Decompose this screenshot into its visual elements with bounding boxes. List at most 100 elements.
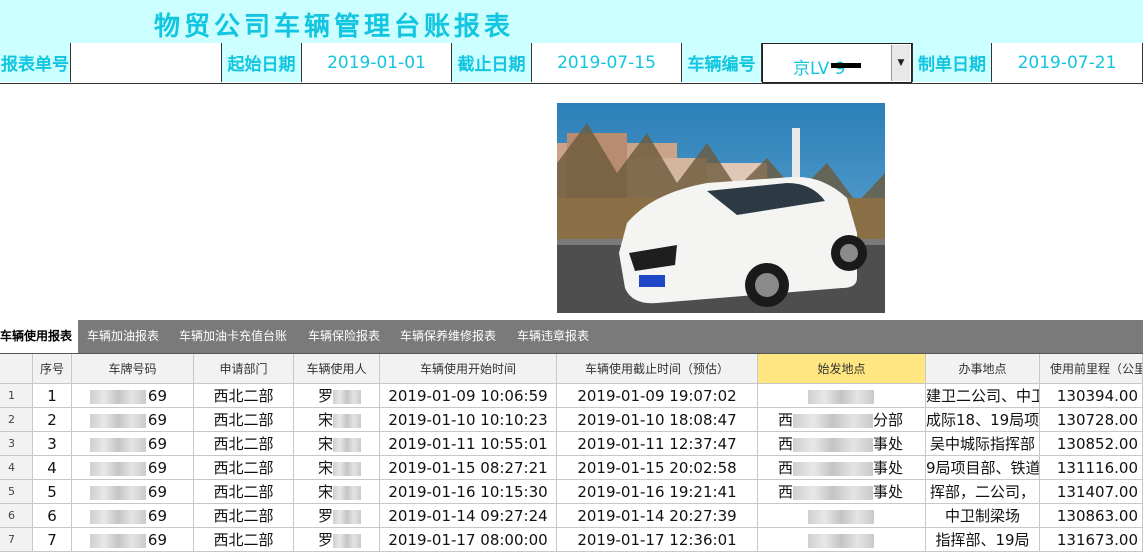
cell-destination[interactable]: 建卫二公司、中卫	[926, 384, 1040, 408]
cell-mileage[interactable]: 131116.00	[1040, 456, 1143, 480]
cell-user[interactable]: 罗	[294, 504, 380, 528]
cell-dept[interactable]: 西北二部	[194, 384, 294, 408]
tab-violation[interactable]: 车辆违章报表	[517, 320, 589, 353]
row-number[interactable]: 1	[0, 384, 33, 408]
cell-end-time[interactable]: 2019-01-17 12:36:01	[557, 528, 758, 552]
row-number[interactable]: 7	[0, 528, 33, 552]
row-number[interactable]: 5	[0, 480, 33, 504]
chevron-down-icon[interactable]: ▼	[891, 45, 910, 81]
cell-origin[interactable]	[758, 384, 926, 408]
cell-user[interactable]: 宋	[294, 408, 380, 432]
table-row[interactable]: 7 7 69 西北二部 罗 2019-01-17 08:00:00 2019-01-17 1…	[0, 528, 1143, 552]
tab-vehicle-usage[interactable]: 车辆使用报表	[0, 320, 79, 353]
vehicle-no-dropdown[interactable]: 京LV 9 ▼	[762, 43, 912, 83]
cell-dept[interactable]: 西北二部	[194, 528, 294, 552]
cell-destination[interactable]: 挥部，二公司，	[926, 480, 1040, 504]
cell-destination[interactable]: 指挥部、19局	[926, 528, 1040, 552]
cell-seq[interactable]: 4	[33, 456, 72, 480]
cell-end-time[interactable]: 2019-01-14 20:27:39	[557, 504, 758, 528]
cell-mileage[interactable]: 130394.00	[1040, 384, 1143, 408]
table-row[interactable]: 5 5 69 西北二部 宋 2019-01-16 10:15:30 2019-01-16 1…	[0, 480, 1143, 504]
col-user[interactable]: 车辆使用人	[294, 354, 380, 384]
col-end-time[interactable]: 车辆使用截止时间（预估）	[557, 354, 758, 384]
cell-origin[interactable]: 西 事处	[758, 456, 926, 480]
table-row[interactable]: 2 2 69 西北二部 宋 2019-01-10 10:10:23 2019-01-10 1…	[0, 408, 1143, 432]
col-start-time[interactable]: 车辆使用开始时间	[380, 354, 557, 384]
cell-seq[interactable]: 6	[33, 504, 72, 528]
cell-start-time[interactable]: 2019-01-11 10:55:01	[380, 432, 557, 456]
cell-origin[interactable]: 西 事处	[758, 480, 926, 504]
cell-user[interactable]: 宋	[294, 456, 380, 480]
cell-plate[interactable]: 69	[72, 528, 194, 552]
table-row[interactable]: 6 6 69 西北二部 罗 2019-01-14 09:27:24 2019-01-14 2…	[0, 504, 1143, 528]
cell-mileage[interactable]: 131407.00	[1040, 480, 1143, 504]
report-no-field[interactable]	[71, 43, 222, 82]
made-date-field[interactable]: 2019-07-21	[992, 43, 1143, 82]
row-number[interactable]: 3	[0, 432, 33, 456]
cell-plate[interactable]: 69	[72, 432, 194, 456]
tab-maintenance[interactable]: 车辆保养维修报表	[400, 320, 496, 353]
table-row[interactable]: 4 4 69 西北二部 宋 2019-01-15 08:27:21 2019-01-15 2…	[0, 456, 1143, 480]
row-number[interactable]: 6	[0, 504, 33, 528]
tab-fuel-card[interactable]: 车辆加油卡充值台账	[179, 320, 287, 353]
cell-seq[interactable]: 3	[33, 432, 72, 456]
cell-mileage[interactable]: 130863.00	[1040, 504, 1143, 528]
cell-dept[interactable]: 西北二部	[194, 480, 294, 504]
start-date-field[interactable]: 2019-01-01	[302, 43, 452, 82]
cell-plate[interactable]: 69	[72, 408, 194, 432]
cell-end-time[interactable]: 2019-01-10 18:08:47	[557, 408, 758, 432]
cell-user[interactable]: 宋	[294, 432, 380, 456]
cell-mileage[interactable]: 130728.00	[1040, 408, 1143, 432]
cell-origin[interactable]	[758, 504, 926, 528]
cell-user[interactable]: 宋	[294, 480, 380, 504]
cell-end-time[interactable]: 2019-01-11 12:37:47	[557, 432, 758, 456]
cell-seq[interactable]: 1	[33, 384, 72, 408]
cell-end-time[interactable]: 2019-01-09 19:07:02	[557, 384, 758, 408]
cell-start-time[interactable]: 2019-01-09 10:06:59	[380, 384, 557, 408]
cell-start-time[interactable]: 2019-01-14 09:27:24	[380, 504, 557, 528]
col-origin[interactable]: 始发地点	[758, 354, 926, 384]
cell-user[interactable]: 罗	[294, 528, 380, 552]
table-row[interactable]: 1 1 69 西北二部 罗 2019-01-09 10:06:59 2019-01-09 1…	[0, 384, 1143, 408]
cell-plate[interactable]: 69	[72, 456, 194, 480]
col-destination[interactable]: 办事地点	[926, 354, 1040, 384]
cell-destination[interactable]: 成际18、19局项	[926, 408, 1040, 432]
cell-start-time[interactable]: 2019-01-15 08:27:21	[380, 456, 557, 480]
cell-destination[interactable]: 中卫制梁场	[926, 504, 1040, 528]
cell-plate[interactable]: 69	[72, 504, 194, 528]
cell-dept[interactable]: 西北二部	[194, 408, 294, 432]
cell-seq[interactable]: 2	[33, 408, 72, 432]
end-date-field[interactable]: 2019-07-15	[532, 43, 682, 82]
col-mileage[interactable]: 使用前里程（公里	[1040, 354, 1143, 384]
origin-suffix: 事处	[873, 459, 904, 477]
row-number[interactable]: 4	[0, 456, 33, 480]
cell-destination[interactable]: 吴中城际指挥部	[926, 432, 1040, 456]
col-seq[interactable]: 序号	[33, 354, 72, 384]
table-row[interactable]: 3 3 69 西北二部 宋 2019-01-11 10:55:01 2019-01-11 1…	[0, 432, 1143, 456]
cell-origin[interactable]: 西 事处	[758, 432, 926, 456]
tab-fuel[interactable]: 车辆加油报表	[87, 320, 159, 353]
cell-dept[interactable]: 西北二部	[194, 432, 294, 456]
row-number[interactable]: 2	[0, 408, 33, 432]
cell-mileage[interactable]: 130852.00	[1040, 432, 1143, 456]
cell-start-time[interactable]: 2019-01-10 10:10:23	[380, 408, 557, 432]
cell-end-time[interactable]: 2019-01-16 19:21:41	[557, 480, 758, 504]
cell-end-time[interactable]: 2019-01-15 20:02:58	[557, 456, 758, 480]
user-initial: 宋	[318, 435, 334, 453]
col-plate[interactable]: 车牌号码	[72, 354, 194, 384]
cell-seq[interactable]: 7	[33, 528, 72, 552]
col-dept[interactable]: 申请部门	[194, 354, 294, 384]
cell-user[interactable]: 罗	[294, 384, 380, 408]
cell-mileage[interactable]: 131673.00	[1040, 528, 1143, 552]
cell-start-time[interactable]: 2019-01-17 08:00:00	[380, 528, 557, 552]
cell-origin[interactable]	[758, 528, 926, 552]
cell-dept[interactable]: 西北二部	[194, 504, 294, 528]
cell-origin[interactable]: 西 分部	[758, 408, 926, 432]
tab-insurance[interactable]: 车辆保险报表	[308, 320, 380, 353]
cell-dept[interactable]: 西北二部	[194, 456, 294, 480]
cell-start-time[interactable]: 2019-01-16 10:15:30	[380, 480, 557, 504]
cell-destination[interactable]: 9局项目部、铁道	[926, 456, 1040, 480]
cell-plate[interactable]: 69	[72, 480, 194, 504]
cell-plate[interactable]: 69	[72, 384, 194, 408]
cell-seq[interactable]: 5	[33, 480, 72, 504]
